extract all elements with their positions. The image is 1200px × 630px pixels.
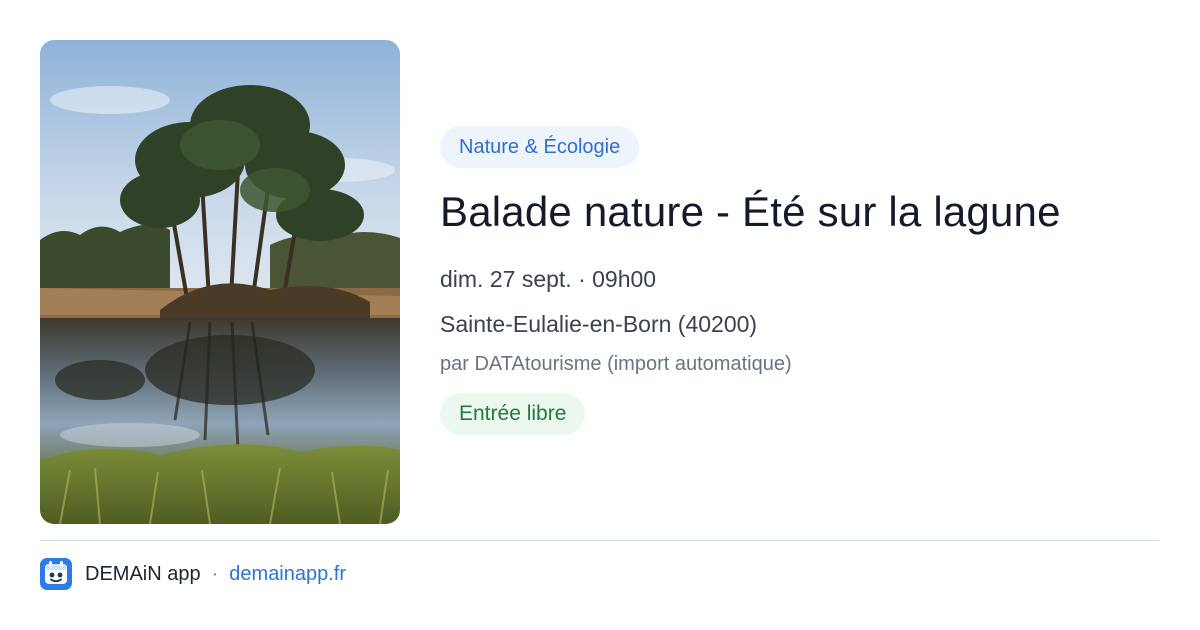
app-name: DEMAiN app: [85, 562, 201, 585]
category-chip[interactable]: Nature & Écologie: [440, 126, 640, 168]
event-info: Nature & Écologie Balade nature - Été su…: [440, 126, 1160, 435]
price-chip: Entrée libre: [440, 393, 586, 435]
event-organizer: par DATAtourisme (import automatique): [440, 353, 792, 375]
event-title: Balade nature - Été sur la lagune: [440, 188, 1061, 235]
footer: DEMAiN app · demainapp.fr: [40, 558, 346, 590]
app-website-link[interactable]: demainapp.fr: [229, 563, 346, 586]
event-location: Sainte-Eulalie-en-Born (40200): [440, 311, 758, 337]
event-photo: [40, 40, 400, 524]
footer-separator: ·: [211, 562, 219, 585]
footer-divider: [40, 540, 1160, 541]
event-share-card: Nature & Écologie Balade nature - Été su…: [0, 0, 1200, 630]
app-logo-icon: [40, 558, 72, 590]
lagoon-image: [40, 40, 400, 524]
event-datetime: dim. 27 sept. · 09h00: [440, 266, 657, 292]
